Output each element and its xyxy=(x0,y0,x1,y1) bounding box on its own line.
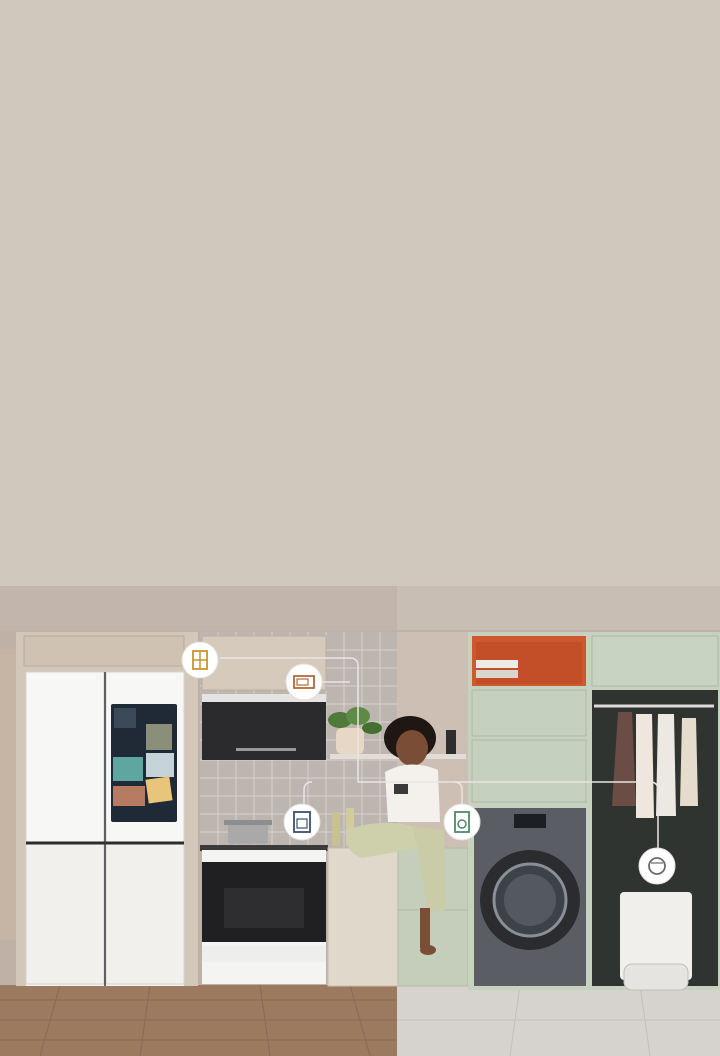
pot xyxy=(224,820,272,844)
refrigerator xyxy=(25,671,185,986)
washer-icon xyxy=(443,803,481,841)
microwave xyxy=(202,694,326,760)
robot-vacuum-station xyxy=(620,892,692,991)
robot-vacuum-icon xyxy=(638,847,676,885)
oven-range xyxy=(202,850,326,984)
wall-right xyxy=(397,586,720,636)
wall-left xyxy=(0,586,397,636)
washing-machine xyxy=(474,808,586,986)
fridge-icon xyxy=(181,641,219,679)
oven-icon xyxy=(283,803,321,841)
kitchen-scene xyxy=(0,586,720,1056)
microwave-icon xyxy=(285,663,323,701)
